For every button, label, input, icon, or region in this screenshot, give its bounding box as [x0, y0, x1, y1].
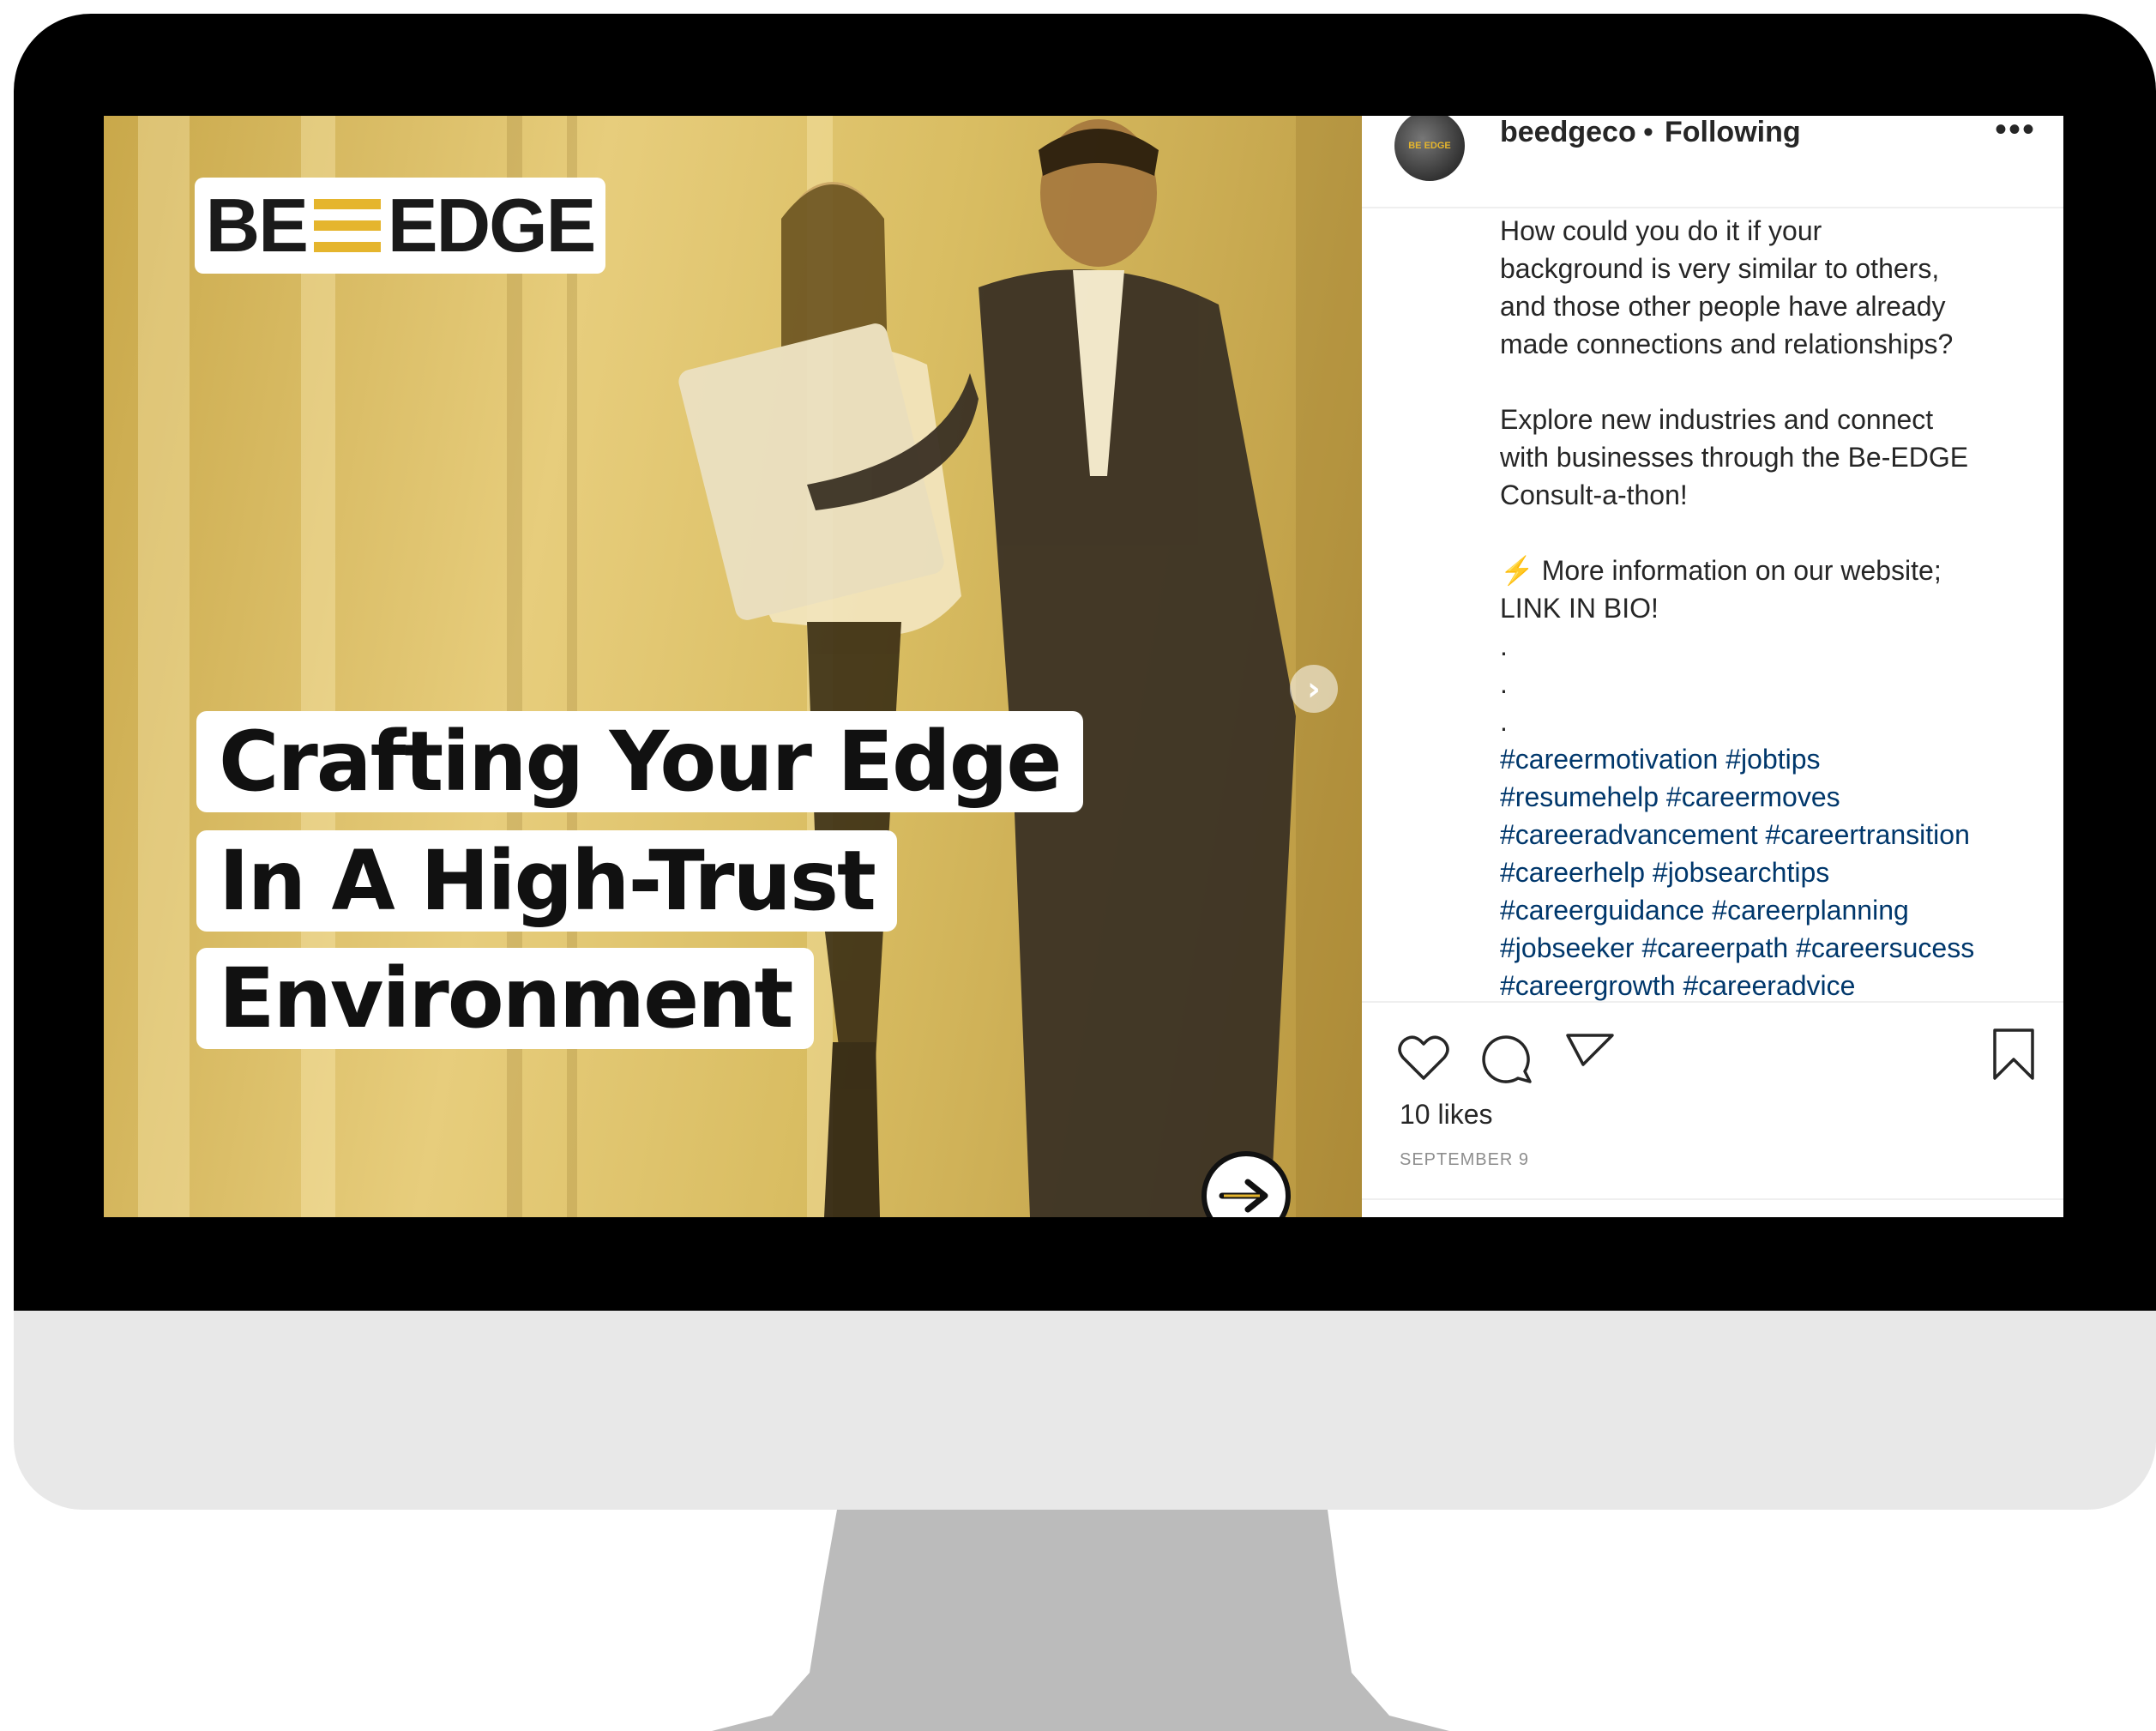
hashtag-list: #careermotivation #jobtips #resumehelp #…	[1500, 740, 2032, 1004]
brand-logo: BE EDGE	[195, 178, 605, 274]
comment-icon[interactable]	[1480, 1030, 1535, 1085]
post-header: BE EDGE beedgeco • Following •••	[1362, 116, 2063, 208]
headline-line-2: In A High-Trust	[196, 830, 897, 932]
actions-divider	[1362, 1001, 2063, 1003]
more-options-icon[interactable]: •••	[1995, 116, 2036, 149]
carousel-next-button[interactable]: ›	[1290, 665, 1338, 713]
caption-line: Consult-a-thon!	[1500, 479, 1688, 510]
following-button[interactable]: Following	[1665, 116, 1801, 149]
caption-line: How could you do it if your	[1500, 215, 1822, 246]
logo-text-edge: EDGE	[387, 183, 596, 268]
comment-divider	[1362, 1198, 2063, 1200]
heart-icon[interactable]	[1396, 1030, 1451, 1085]
caption-line: made connections and relationships?	[1500, 329, 1954, 359]
headline-line-3: Environment	[196, 948, 815, 1049]
separator-dot: •	[1643, 116, 1653, 148]
post-date[interactable]: SEPTEMBER 9	[1400, 1150, 1529, 1170]
caption-dot: .	[1500, 668, 1508, 699]
hashtag-line[interactable]: #jobseeker #careerpath #careersucess	[1500, 929, 2032, 967]
likes-count[interactable]: 10 likes	[1400, 1099, 1493, 1131]
hashtag-line[interactable]: #careerhelp #jobsearchtips	[1500, 853, 2032, 891]
post-side-panel: BE EDGE beedgeco • Following ••• How cou…	[1362, 116, 2063, 1217]
caption-dot: .	[1500, 706, 1508, 737]
monitor-stand	[712, 1510, 1449, 1731]
headline-line-1: Crafting Your Edge	[196, 711, 1083, 812]
caption-line: and those other people have already	[1500, 291, 1946, 322]
hashtag-line[interactable]: #careergrowth #careeradvice	[1500, 967, 2032, 1004]
caption-line: background is very similar to others,	[1500, 253, 1940, 284]
hashtag-line[interactable]: #careerguidance #careerplanning	[1500, 891, 2032, 929]
instagram-post-screen: BE EDGE Crafting Your Edge In A High-Tru…	[104, 116, 2063, 1217]
arrow-right-icon	[1219, 1179, 1268, 1213]
avatar-text: BE EDGE	[1408, 141, 1451, 151]
caption-line: with businesses through the Be-EDGE	[1500, 442, 1969, 473]
avatar[interactable]: BE EDGE	[1394, 116, 1465, 181]
logo-text-be: BE	[205, 183, 309, 268]
hashtag-line[interactable]: #careeradvancement #careertransition	[1500, 816, 2032, 853]
caption-line: Explore new industries and connect	[1500, 404, 1934, 435]
bookmark-icon[interactable]	[1986, 1027, 2041, 1082]
caption-dot: .	[1500, 630, 1508, 661]
post-image[interactable]: BE EDGE Crafting Your Edge In A High-Tru…	[104, 116, 1362, 1217]
caption-line: LINK IN BIO!	[1500, 593, 1659, 624]
woman-figure	[678, 182, 961, 1217]
hashtag-line[interactable]: #careermotivation #jobtips	[1500, 740, 2032, 778]
people-illustration	[678, 119, 1296, 1217]
username-link[interactable]: beedgeco	[1500, 116, 1636, 149]
monitor-chin	[14, 1311, 2156, 1510]
logo-bars-icon	[313, 199, 381, 252]
caption-line: ⚡ More information on our website;	[1500, 555, 1942, 586]
share-icon[interactable]	[1563, 1027, 1617, 1082]
post-caption: How could you do it if your background i…	[1500, 212, 2032, 1004]
chevron-right-icon: ›	[1307, 670, 1321, 708]
hashtag-line[interactable]: #resumehelp #careermoves	[1500, 778, 2032, 816]
